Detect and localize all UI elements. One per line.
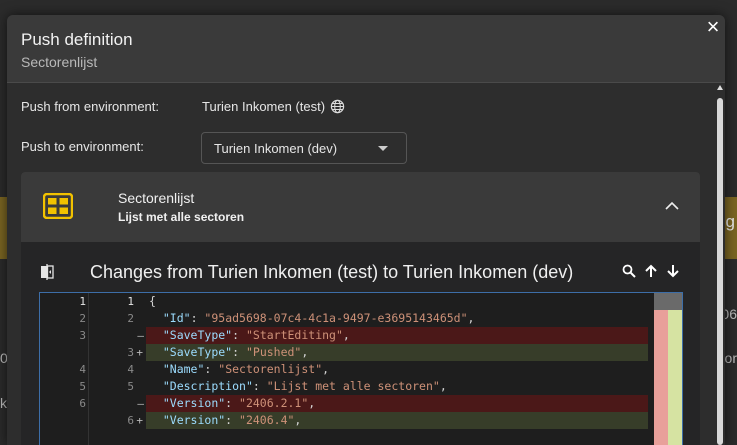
diff-line: "Name": "Sectorenlijst",	[162, 362, 330, 376]
push-to-environment-select[interactable]: Turien Inkomen (dev)	[201, 132, 407, 164]
changes-section: Changes from Turien Inkomen (test) to Tu…	[21, 242, 700, 445]
definition-title: Sectorenlijst	[118, 190, 195, 206]
diff-line: "Description": "Lijst met alle sectoren"…	[162, 379, 447, 393]
diff-line: {	[149, 294, 156, 308]
dialog-title: Push definition	[21, 30, 133, 49]
removed-marker: —	[137, 329, 144, 342]
push-definition-dialog: Push definition Sectorenlijst Push from …	[7, 15, 725, 445]
diff-line: "SaveType": "StartEditing",	[146, 327, 648, 344]
diff-line: "Version": "2406.2.1",	[146, 395, 648, 412]
diff-minimap[interactable]	[654, 293, 682, 445]
scroll-up-arrow-icon[interactable]	[717, 85, 723, 90]
diff-code[interactable]: { "Id": "95ad5698-07c4-4c1a-9497-e369514…	[146, 293, 648, 445]
arrow-down-icon[interactable]	[666, 264, 680, 278]
left-line-number: 2	[79, 312, 86, 325]
minimap-viewport[interactable]	[654, 293, 682, 310]
diff-editor[interactable]: 123456 1 2—3 +4 5—6 + { "Id": "95ad5698-07c4…	[39, 292, 683, 445]
right-line-number: 5	[127, 380, 134, 393]
left-line-number: 5	[79, 380, 86, 393]
push-from-label: Push from environment:	[21, 99, 160, 114]
left-line-number: 1	[79, 295, 86, 308]
arrow-up-icon[interactable]	[644, 264, 658, 278]
chevron-up-icon[interactable]	[664, 198, 680, 214]
caret-down-icon	[378, 146, 388, 151]
left-line-number: 4	[79, 363, 86, 376]
dialog-scrollbar[interactable]	[716, 85, 724, 445]
right-line-number: 4	[127, 363, 134, 376]
compare-icon[interactable]	[38, 263, 56, 281]
minimap-removed-marker	[654, 310, 668, 445]
left-line-number: 3	[79, 329, 86, 342]
definition-panel-header[interactable]: Sectorenlijst Lijst met alle sectoren	[21, 172, 700, 242]
removed-marker: —	[137, 397, 144, 410]
added-marker: +	[136, 414, 143, 427]
diff-line: "SaveType": "Pushed",	[146, 344, 648, 361]
table-icon	[43, 193, 73, 219]
push-from-environment: Turien Inkomen (test)	[202, 99, 326, 114]
dialog-header: Push definition Sectorenlijst	[7, 15, 725, 83]
background-text: g	[725, 212, 735, 231]
changes-title: Changes from Turien Inkomen (test) to Tu…	[90, 262, 574, 282]
diff-line: "Id": "95ad5698-07c4-4c1a-9497-e36951434…	[162, 311, 475, 325]
minimap-added-marker	[668, 310, 682, 445]
right-line-number: 6	[127, 414, 134, 427]
scrollbar-thumb[interactable]	[717, 98, 723, 445]
push-to-label: Push to environment:	[21, 139, 144, 154]
added-marker: +	[136, 346, 143, 359]
background-text: k	[0, 395, 7, 411]
left-line-number: 6	[79, 397, 86, 410]
close-button[interactable]: ×	[703, 16, 723, 40]
globe-icon	[330, 99, 345, 114]
search-icon[interactable]	[622, 264, 636, 278]
right-line-number: 1	[127, 295, 134, 308]
right-line-number: 2	[127, 312, 134, 325]
push-from-value: Turien Inkomen (test)	[202, 99, 345, 114]
push-to-selected-value: Turien Inkomen (dev)	[214, 141, 338, 156]
right-line-number: 3	[127, 346, 134, 359]
definition-panel: Sectorenlijst Lijst met alle sectoren Ch…	[21, 172, 700, 445]
diff-toolbar	[622, 264, 680, 278]
left-line-gutter: 1 2 3 4 5 6	[40, 293, 89, 445]
diff-line: "Version": "2406.4",	[146, 412, 648, 429]
definition-description: Lijst met alle sectoren	[118, 210, 245, 224]
right-line-gutter: 1 2—3 +4 5—6 +	[91, 293, 146, 445]
dialog-subtitle: Sectorenlijst	[21, 54, 98, 70]
